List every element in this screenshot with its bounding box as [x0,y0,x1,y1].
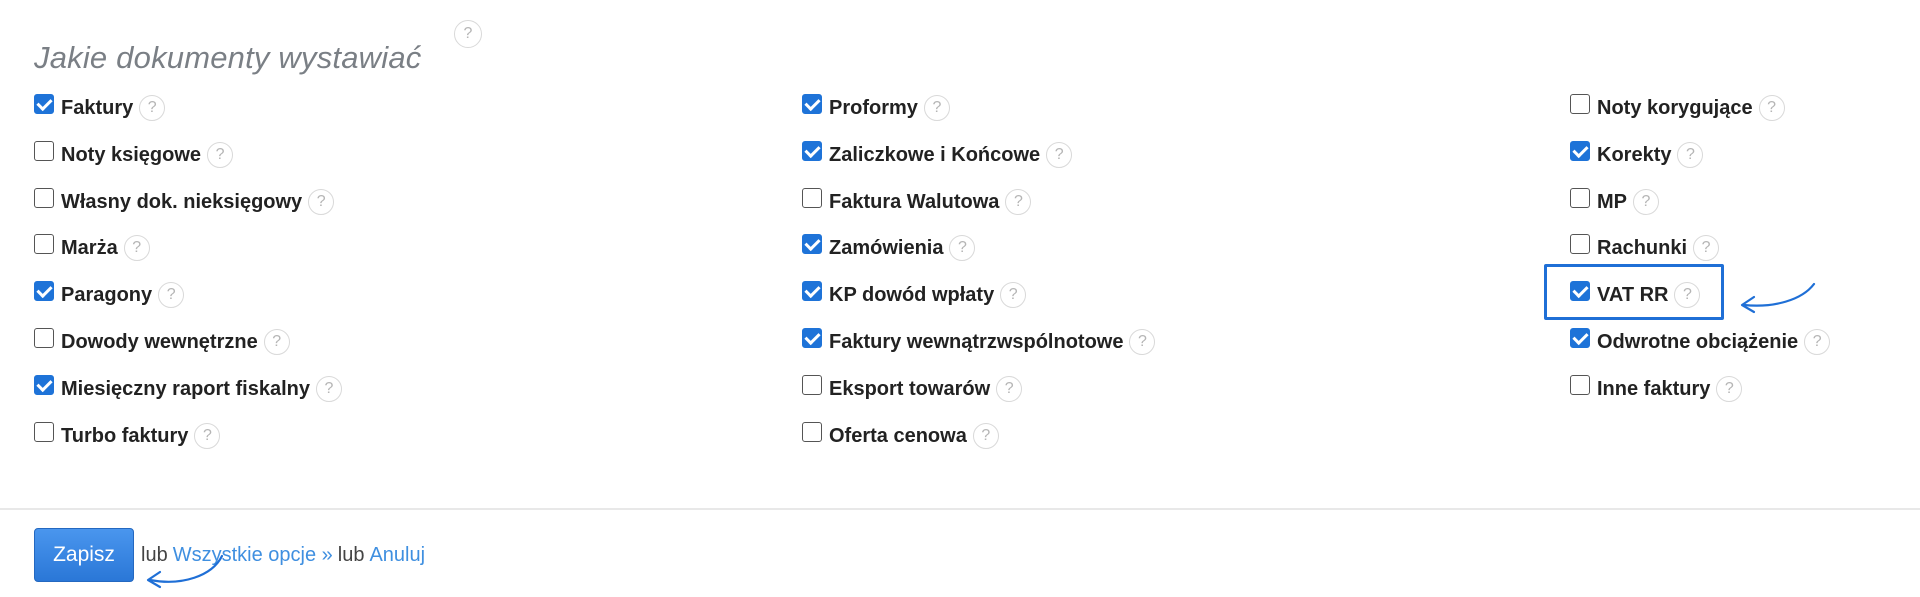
option-row[interactable]: Proformy? [802,92,950,124]
option-checkbox[interactable] [802,328,822,348]
help-icon[interactable]: ? [923,95,950,121]
arrow-annotation-vat-rr [1740,282,1816,314]
option-checkbox[interactable] [34,422,54,442]
option-row[interactable]: Noty księgowe? [34,139,234,171]
help-icon[interactable]: ? [1633,189,1659,215]
option-label: Faktury wewnątrzwspólnotowe [829,330,1124,353]
option-row[interactable]: Własny dok. nieksięgowy? [34,186,335,218]
help-icon[interactable]: ? [1129,329,1156,355]
save-button[interactable]: Zapisz [34,528,134,582]
help-icon[interactable]: ? [1000,282,1027,308]
option-row[interactable]: Inne faktury? [1570,373,1743,405]
help-icon[interactable]: ? [1716,376,1743,402]
option-checkbox[interactable] [1570,94,1590,114]
option-row[interactable]: KP dowód wpłaty? [802,279,1027,311]
option-label: Własny dok. nieksięgowy [61,190,303,213]
option-checkbox[interactable] [1570,234,1590,254]
option-label: Proformy [829,96,918,119]
help-icon[interactable]: ? [139,95,166,121]
option-checkbox[interactable] [1570,375,1590,395]
option-label: Oferta cenowa [829,424,967,447]
option-checkbox[interactable] [34,188,54,208]
option-checkbox[interactable] [34,94,54,114]
option-label: Inne faktury [1597,377,1711,400]
option-row[interactable]: MP? [1570,186,1659,218]
option-row[interactable]: Eksport towarów? [802,373,1023,405]
document-settings-panel: Jakie dokumenty wystawiać ? Faktury? Noty… [0,0,1920,597]
option-label: Zaliczkowe i Końcowe [829,143,1041,166]
help-icon[interactable]: ? [315,376,342,402]
option-label: Faktury [61,96,134,119]
option-checkbox[interactable] [34,281,54,301]
help-icon[interactable]: ? [996,376,1023,402]
option-checkbox[interactable] [1570,141,1590,161]
option-label: Korekty [1597,143,1672,166]
help-icon[interactable]: ? [123,235,150,261]
footer-divider [0,508,1920,510]
option-row[interactable]: Faktura Walutowa? [802,186,1032,218]
section-title: Jakie dokumenty wystawiać [34,39,422,75]
help-icon[interactable]: ? [1005,189,1032,215]
help-icon[interactable]: ? [194,423,221,449]
help-icon[interactable]: ? [1804,329,1831,355]
option-row[interactable]: Odwrotne obciążenie? [1570,326,1831,358]
option-label: Miesięczny raport fiskalny [61,377,310,400]
option-row[interactable]: Paragony? [34,279,185,311]
option-checkbox[interactable] [802,422,822,442]
option-checkbox[interactable] [1570,188,1590,208]
option-row[interactable]: Zamówienia? [802,232,976,264]
cancel-link[interactable]: Anuluj [369,544,425,567]
arrow-annotation-save [146,554,224,589]
option-label: Noty księgowe [61,143,202,166]
help-icon[interactable]: ? [972,423,999,449]
help-icon[interactable]: ? [308,189,335,215]
option-label: Noty korygujące [1597,96,1753,119]
option-label: Eksport towarów [829,377,991,400]
option-label: MP [1597,190,1627,213]
save-button-label: Zapisz [53,543,115,566]
help-icon[interactable]: ? [207,142,234,168]
option-checkbox[interactable] [34,141,54,161]
help-icon[interactable]: ? [1758,95,1785,121]
option-checkbox[interactable] [802,188,822,208]
option-row[interactable]: Zaliczkowe i Końcowe? [802,139,1073,171]
help-icon[interactable]: ? [158,282,185,308]
option-checkbox[interactable] [1570,328,1590,348]
option-checkbox[interactable] [802,234,822,254]
option-checkbox[interactable] [802,281,822,301]
highlight-box [1544,264,1724,320]
option-row[interactable]: Rachunki? [1570,232,1720,264]
option-checkbox[interactable] [34,375,54,395]
option-row[interactable]: Turbo faktury? [34,420,221,452]
option-row[interactable]: Noty korygujące? [1570,92,1785,124]
option-label: Rachunki [1597,236,1688,259]
option-checkbox[interactable] [802,141,822,161]
option-label: Turbo faktury [61,424,189,447]
option-label: KP dowód wpłaty [829,283,995,306]
option-label: Zamówienia [829,236,944,259]
option-label: Odwrotne obciążenie [1597,330,1799,353]
option-label: Faktura Walutowa [829,190,1000,213]
help-icon[interactable]: ? [949,235,976,261]
option-checkbox[interactable] [34,234,54,254]
help-icon[interactable]: ? [454,20,482,48]
option-row[interactable]: Miesięczny raport fiskalny? [34,373,342,405]
option-row[interactable]: Faktury? [34,92,166,124]
help-icon[interactable]: ? [263,329,290,355]
option-row[interactable]: Faktury wewnątrzwspólnotowe? [802,326,1156,358]
option-row[interactable]: Dowody wewnętrzne? [34,326,290,358]
help-icon[interactable]: ? [1677,142,1704,168]
option-checkbox[interactable] [802,94,822,114]
or-text: lub [337,543,365,566]
option-label: Paragony [61,283,153,306]
option-label: Marża [61,236,118,259]
option-label: Dowody wewnętrzne [61,330,258,353]
help-icon[interactable]: ? [1046,142,1073,168]
option-checkbox[interactable] [802,375,822,395]
option-checkbox[interactable] [34,328,54,348]
help-icon[interactable]: ? [1693,235,1720,261]
option-row[interactable]: Korekty? [1570,139,1704,171]
option-row[interactable]: Marża? [34,232,150,264]
option-row[interactable]: Oferta cenowa? [802,420,999,452]
